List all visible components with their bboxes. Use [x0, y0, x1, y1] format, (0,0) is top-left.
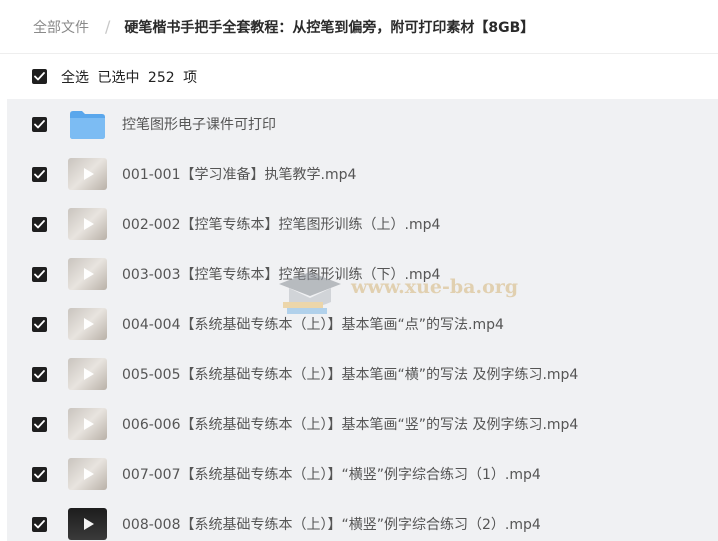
file-name[interactable]: 001-001【学习准备】执笔教学.mp4 — [122, 164, 356, 184]
file-row[interactable]: 005-005【系统基础专练本（上）】基本笔画“横”的写法 及例字练习.mp4 — [7, 349, 718, 399]
play-icon — [83, 168, 94, 180]
row-checkbox[interactable] — [32, 166, 47, 182]
file-name[interactable]: 002-002【控笔专练本】控笔图形训练（上）.mp4 — [122, 214, 440, 234]
play-icon — [83, 468, 94, 480]
file-name[interactable]: 005-005【系统基础专练本（上）】基本笔画“横”的写法 及例字练习.mp4 — [122, 364, 578, 384]
play-icon — [83, 218, 94, 230]
file-row[interactable]: 004-004【系统基础专练本（上）】基本笔画“点”的写法.mp4 — [7, 299, 718, 349]
row-checkbox[interactable] — [32, 316, 47, 332]
selection-summary: 全选 已选中 252 项 — [61, 67, 201, 87]
selected-count: 252 — [147, 69, 175, 86]
video-thumbnail-icon[interactable] — [68, 158, 107, 190]
folder-icon — [70, 111, 105, 139]
video-thumbnail-icon[interactable] — [68, 458, 107, 490]
folder-row[interactable]: 控笔图形电子课件可打印 — [7, 99, 718, 149]
folder-icon[interactable] — [68, 108, 107, 140]
check-icon — [34, 269, 45, 278]
check-icon — [34, 369, 45, 378]
play-icon — [83, 268, 94, 280]
file-name[interactable]: 控笔图形电子课件可打印 — [122, 114, 276, 134]
selected-prefix: 已选中 — [97, 69, 140, 86]
file-list: 控笔图形电子课件可打印 001-001【学习准备】执笔教学.mp4 002-002【… — [7, 99, 718, 541]
check-icon — [34, 72, 45, 81]
file-name[interactable]: 007-007【系统基础专练本（上）】“横竖”例字综合练习（1）.mp4 — [122, 464, 541, 484]
breadcrumb-current-folder: 硬笔楷书手把手全套教程：从控笔到偏旁，附可打印素材【8GB】 — [124, 19, 535, 36]
play-icon — [83, 368, 94, 380]
check-icon — [34, 119, 45, 128]
file-row[interactable]: 002-002【控笔专练本】控笔图形训练（上）.mp4 — [7, 199, 718, 249]
video-thumbnail-icon[interactable] — [68, 308, 107, 340]
breadcrumb-separator: / — [105, 17, 111, 36]
check-icon — [34, 519, 45, 528]
video-thumbnail-icon[interactable] — [68, 358, 107, 390]
breadcrumb: 全部文件 / 硬笔楷书手把手全套教程：从控笔到偏旁，附可打印素材【8GB】 — [0, 0, 718, 54]
row-checkbox[interactable] — [32, 416, 47, 432]
file-row[interactable]: 007-007【系统基础专练本（上）】“横竖”例字综合练习（1）.mp4 — [7, 449, 718, 499]
file-name[interactable]: 006-006【系统基础专练本（上）】基本笔画“竖”的写法 及例字练习.mp4 — [122, 414, 578, 434]
check-icon — [34, 419, 45, 428]
file-name[interactable]: 003-003【控笔专练本】控笔图形训练（下）.mp4 — [122, 264, 440, 284]
video-thumbnail-icon[interactable] — [68, 408, 107, 440]
selection-bar: 全选 已选中 252 项 — [0, 54, 718, 99]
file-name[interactable]: 004-004【系统基础专练本（上）】基本笔画“点”的写法.mp4 — [122, 314, 504, 334]
file-name[interactable]: 008-008【系统基础专练本（上）】“横竖”例字综合练习（2）.mp4 — [122, 514, 541, 534]
select-all-label[interactable]: 全选 — [61, 70, 89, 86]
file-browser: 全部文件 / 硬笔楷书手把手全套教程：从控笔到偏旁，附可打印素材【8GB】 全选… — [0, 0, 718, 541]
file-row[interactable]: 006-006【系统基础专练本（上）】基本笔画“竖”的写法 及例字练习.mp4 — [7, 399, 718, 449]
play-icon — [83, 518, 94, 530]
row-checkbox[interactable] — [32, 216, 47, 232]
play-icon — [83, 418, 94, 430]
select-all-checkbox[interactable] — [32, 69, 47, 84]
row-checkbox[interactable] — [32, 516, 47, 532]
check-icon — [34, 469, 45, 478]
file-row[interactable]: 008-008【系统基础专练本（上）】“横竖”例字综合练习（2）.mp4 — [7, 499, 718, 541]
row-checkbox[interactable] — [32, 266, 47, 282]
check-icon — [34, 169, 45, 178]
check-icon — [34, 219, 45, 228]
video-thumbnail-icon[interactable] — [68, 508, 107, 540]
row-checkbox[interactable] — [32, 366, 47, 382]
row-checkbox[interactable] — [32, 116, 47, 132]
check-icon — [34, 319, 45, 328]
row-checkbox[interactable] — [32, 466, 47, 482]
video-thumbnail-icon[interactable] — [68, 208, 107, 240]
file-row[interactable]: 001-001【学习准备】执笔教学.mp4 — [7, 149, 718, 199]
breadcrumb-root-link[interactable]: 全部文件 — [33, 17, 89, 37]
play-icon — [83, 318, 94, 330]
selected-suffix: 项 — [183, 69, 198, 86]
file-row[interactable]: 003-003【控笔专练本】控笔图形训练（下）.mp4 — [7, 249, 718, 299]
video-thumbnail-icon[interactable] — [68, 258, 107, 290]
